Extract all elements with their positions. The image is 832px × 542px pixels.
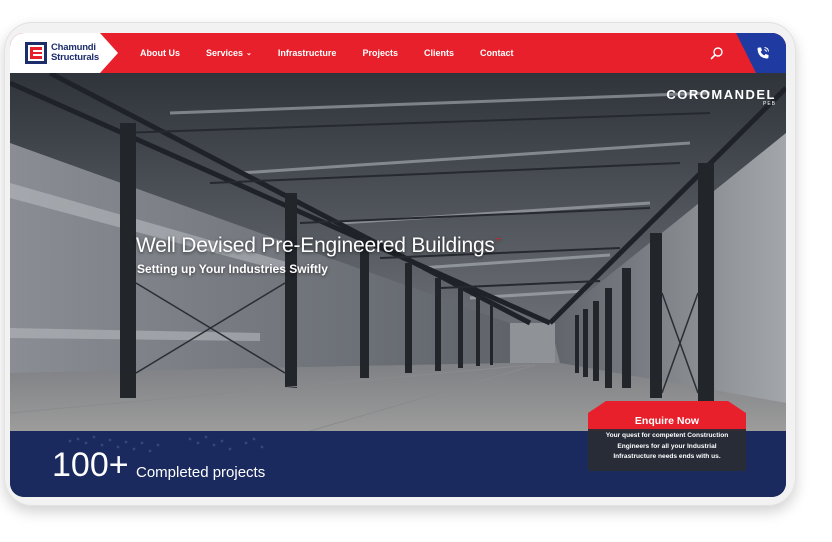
nav-contact[interactable]: Contact bbox=[480, 48, 514, 58]
nav-clients-label: Clients bbox=[423, 48, 454, 58]
completed-projects-count: 100+ bbox=[52, 446, 129, 484]
enquire-now-button[interactable]: Enquire Now bbox=[588, 415, 746, 427]
nav-services-label: Services bbox=[206, 48, 244, 58]
chevron-down-icon: ⌄ bbox=[246, 50, 252, 57]
coromandel-brand-logo: COROMANDEL PEB bbox=[666, 87, 776, 107]
nav-infrastructure[interactable]: Infrastructure bbox=[278, 48, 337, 58]
completed-projects-label: Completed projects bbox=[136, 464, 266, 481]
logo-text: Chamundi Structurals bbox=[51, 43, 99, 63]
hero-subtitle: Setting up Your Industries Swiftly bbox=[137, 262, 328, 276]
enquire-now-panel[interactable]: Enquire Now Your quest for competent Con… bbox=[588, 401, 746, 471]
nav-infrastructure-label: Infrastructure bbox=[277, 48, 337, 58]
logo-mark-icon bbox=[25, 42, 47, 64]
nav-clients[interactable]: Clients bbox=[424, 48, 454, 58]
phone-icon[interactable] bbox=[756, 46, 770, 60]
hero-banner: COROMANDEL PEB Well Devised Pre-Engineer… bbox=[10, 73, 786, 431]
nav-contact-label: Contact bbox=[479, 48, 514, 58]
hero-title-text: Well Devised Pre-Engineered Buildings bbox=[136, 234, 495, 257]
nav-projects-label: Projects bbox=[362, 48, 398, 58]
browser-screen: Chamundi Structurals About Us Services ⌄ … bbox=[10, 33, 786, 497]
search-icon[interactable] bbox=[710, 46, 724, 60]
logo[interactable]: Chamundi Structurals bbox=[10, 33, 118, 73]
brand-name: COROMANDEL bbox=[666, 87, 776, 102]
enquire-body: Your quest for competent Construction En… bbox=[588, 429, 746, 471]
logo-line-2: Structurals bbox=[51, 52, 99, 63]
site-header: Chamundi Structurals About Us Services ⌄ … bbox=[10, 33, 786, 73]
hero-title: Well Devised Pre-Engineered Buildings⌐ bbox=[136, 234, 502, 258]
main-nav: About Us Services ⌄ Infrastructure Projec… bbox=[140, 33, 539, 73]
nav-about-us-label: About Us bbox=[140, 48, 180, 58]
nav-projects[interactable]: Projects bbox=[362, 48, 398, 58]
title-accent-mark: ⌐ bbox=[495, 234, 502, 245]
nav-services[interactable]: Services ⌄ bbox=[206, 48, 252, 58]
enquire-description: Your quest for competent Construction En… bbox=[605, 432, 729, 460]
nav-about-us[interactable]: About Us bbox=[140, 48, 180, 58]
